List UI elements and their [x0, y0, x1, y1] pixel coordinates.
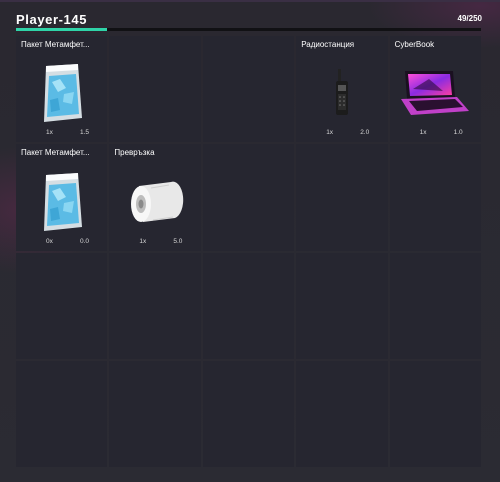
inventory-slot-8[interactable]	[202, 144, 295, 251]
inventory-slot-18[interactable]	[202, 360, 295, 467]
inventory-slot-16[interactable]	[16, 360, 108, 467]
slot-count: 0x	[46, 237, 53, 245]
inventory-slot-19[interactable]	[296, 360, 388, 467]
inventory-slot-11[interactable]	[16, 252, 108, 359]
inventory-title: Player-145	[16, 12, 88, 27]
inventory-slot-6[interactable]: Пакет Метамфет... 0x 0.0	[16, 144, 108, 251]
inventory-slot-14[interactable]	[296, 252, 388, 359]
inventory-slot-10[interactable]	[389, 144, 481, 251]
inventory-slot-15[interactable]	[389, 252, 481, 359]
slot-weight: 2.0	[360, 129, 370, 137]
slot-count: 1x	[419, 129, 427, 137]
radio-icon	[335, 69, 348, 116]
inventory-slot-13[interactable]	[202, 252, 295, 359]
inventory-slot-4[interactable]: Радиостанция 1x 2.0	[296, 36, 388, 143]
slot-label: Пакет Метамфет...	[21, 148, 90, 158]
slot-count: 1x	[139, 237, 147, 245]
slot-label: CyberBook	[394, 40, 435, 49]
inventory-slot-3[interactable]	[202, 36, 295, 143]
inventory-grid: Пакет Метамфет... 1x 1.5 Радиостанция 1x…	[16, 36, 481, 467]
slot-label: Пакет Метамфет...	[21, 40, 90, 49]
slot-label: Радиостанция	[301, 40, 355, 49]
inventory-slot-5[interactable]: CyberBook 1x 1.0	[389, 36, 481, 143]
inventory-slot-20[interactable]	[389, 360, 481, 467]
inventory-slot-12[interactable]	[109, 252, 201, 359]
slot-label: Превръзка	[114, 148, 155, 158]
inventory-slot-9[interactable]	[296, 144, 388, 251]
slot-weight: 1.0	[453, 129, 463, 137]
slot-weight: 5.0	[173, 237, 183, 245]
inventory-slot-7[interactable]: Превръзка 1x 5.0	[109, 144, 201, 251]
inventory-slot-1[interactable]: Пакет Метамфет... 1x 1.5	[16, 36, 108, 143]
inventory-slot-17[interactable]	[109, 360, 201, 467]
slot-weight: 0.0	[80, 237, 90, 245]
weight-bar-fill	[16, 28, 108, 31]
meth-bag-icon	[43, 64, 82, 123]
laptop-icon	[401, 71, 470, 116]
weight-bar	[16, 28, 481, 31]
slot-weight: 1.5	[80, 129, 90, 137]
meth-bag-icon	[43, 172, 82, 231]
slot-count: 1x	[326, 129, 334, 137]
top-strip	[0, 0, 500, 2]
inventory-capacity: 49/250	[457, 14, 482, 23]
bandage-icon	[131, 181, 184, 222]
slot-count: 1x	[46, 129, 53, 137]
inventory-slot-2[interactable]	[109, 36, 201, 143]
